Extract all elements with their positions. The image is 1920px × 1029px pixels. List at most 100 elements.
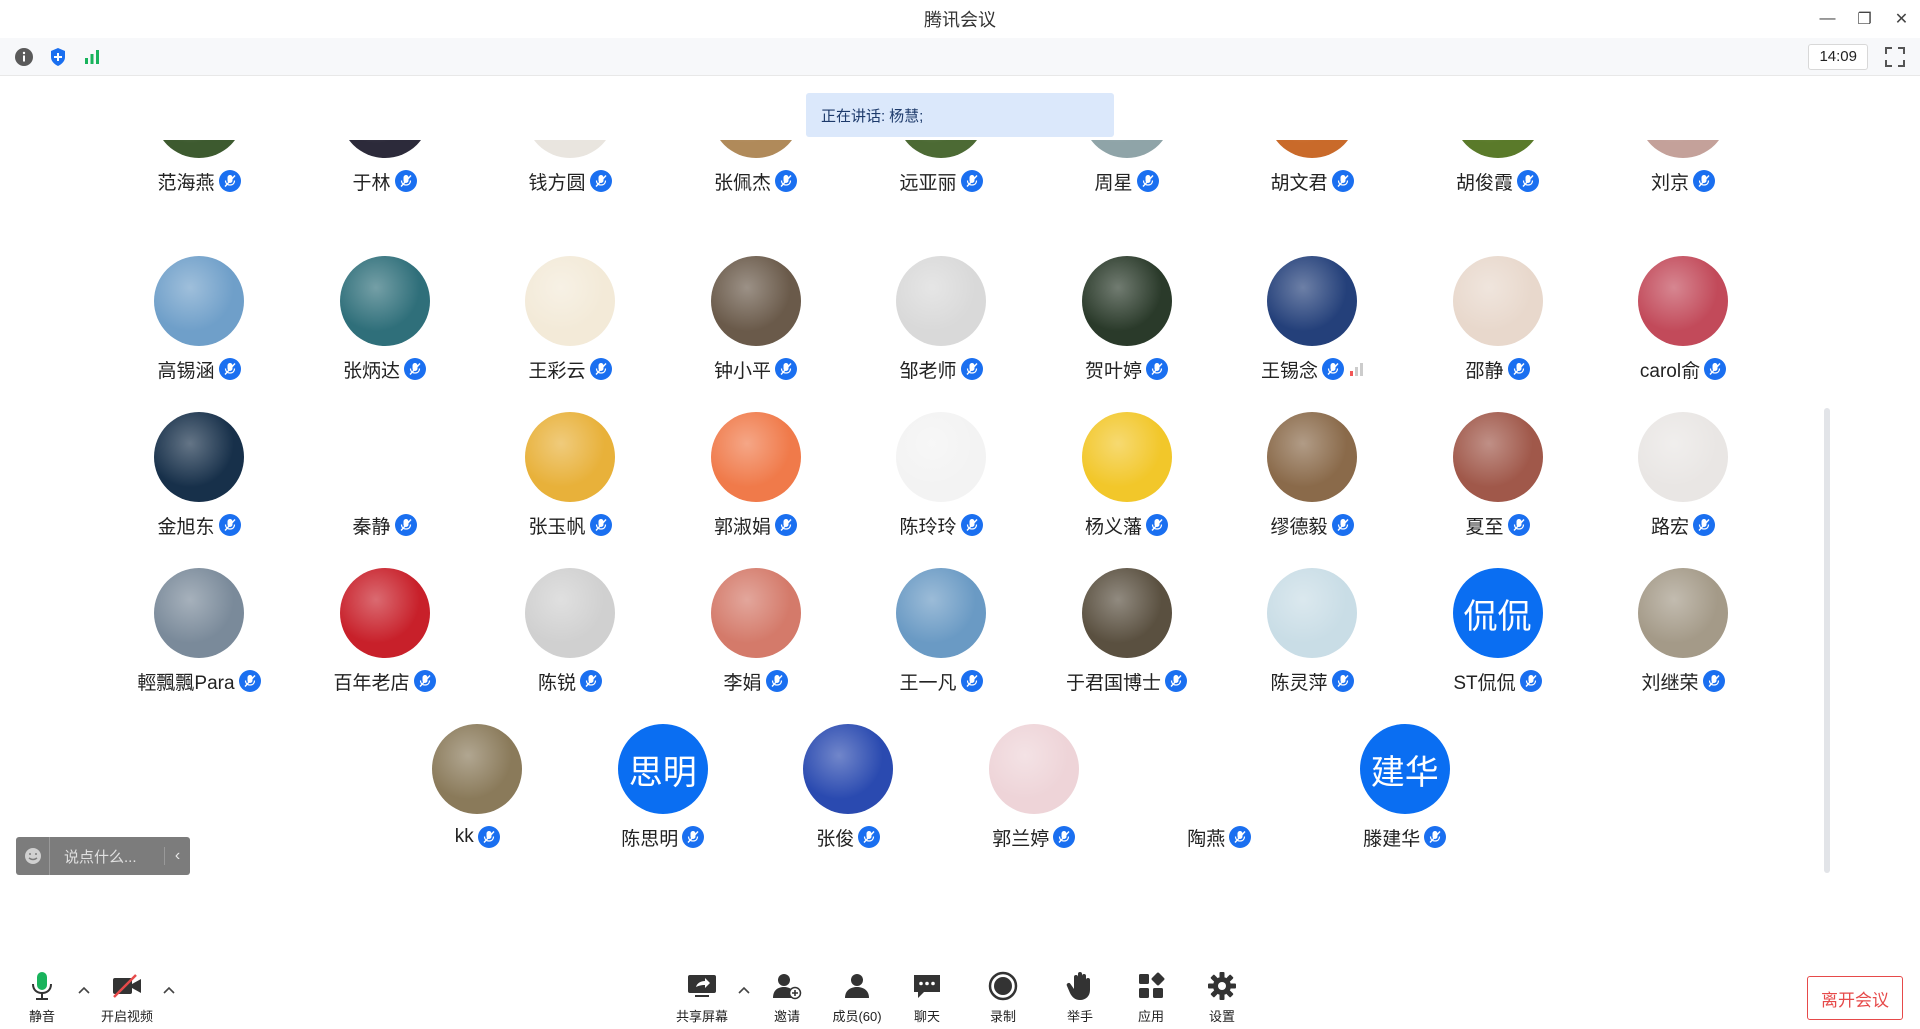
participant-name-row: 张佩杰 [661,168,851,194]
participant-name: 王彩云 [528,360,586,382]
participant-name-row: 百年老店 [290,668,480,694]
participant-tile[interactable]: 侃侃 ST侃侃 [1403,568,1593,718]
participant-name: 輕飄飄Para [137,672,235,694]
participant-tile[interactable]: 远亚丽 [846,140,1036,218]
restore-button[interactable]: ❐ [1846,0,1883,38]
chat-placeholder[interactable]: 说点什么... [50,846,164,867]
invite-button[interactable]: 邀请 [752,969,822,1027]
chat-quick-input[interactable]: 说点什么... ‹ [16,837,190,875]
participant-tile[interactable]: 秦静 [290,412,480,562]
settings-button[interactable]: 设置 [1187,969,1257,1027]
participant-tile[interactable]: 百年老店 [290,568,480,718]
participant-tile[interactable]: 輕飄飄Para [104,568,294,718]
minimize-button[interactable]: — [1809,0,1846,38]
share-screen-icon [685,969,719,1003]
participant-tile[interactable]: 缪德毅 [1217,412,1407,562]
participant-tile[interactable]: 周星 [1032,140,1222,218]
participant-tile[interactable]: 邹老师 [846,256,1036,406]
participant-tile[interactable]: 范海燕 [104,140,294,218]
members-button[interactable]: 成员(60) [822,969,892,1027]
members-label: 成员(60) [832,1009,882,1024]
security-shield-icon[interactable] [47,46,69,68]
grid-scrollbar[interactable] [1824,408,1830,873]
participant-tile[interactable]: 陈灵萍 [1217,568,1407,718]
participant-tile[interactable]: 张炳达 [290,256,480,406]
participant-name: 胡俊霞 [1455,172,1513,194]
participant-tile[interactable]: 陈玲玲 [846,412,1036,562]
participant-name: 钱方圆 [528,172,586,194]
network-signal-icon[interactable] [81,46,103,68]
mute-button[interactable]: 静音 [7,969,77,1027]
fullscreen-icon[interactable] [1884,46,1906,68]
info-icon[interactable] [13,46,35,68]
start-video-button[interactable]: 开启视频 [92,969,162,1027]
mic-status-icon [960,514,983,536]
participant-tile[interactable]: kk [382,724,572,874]
participant-tile[interactable]: 郭淑娟 [661,412,851,562]
participant-tile[interactable]: 建华 滕建华 [1310,724,1500,874]
leave-meeting-button[interactable]: 离开会议 [1807,976,1903,1020]
participant-tile[interactable]: 陈锐 [475,568,665,718]
participant-name: 于君国博士 [1065,672,1161,694]
record-button[interactable]: 录制 [968,969,1038,1027]
participant-tile[interactable]: 胡文君 [1217,140,1407,218]
raise-hand-button[interactable]: 举手 [1045,969,1115,1027]
participant-tile[interactable]: 钱方圆 [475,140,665,218]
participant-tile[interactable]: 刘继荣 [1588,568,1778,718]
participant-tile[interactable]: 于林 [290,140,480,218]
video-off-icon [110,969,144,1003]
apps-label: 应用 [1137,1009,1164,1024]
participant-avatar [154,140,244,158]
participant-tile[interactable]: 路宏 [1588,412,1778,562]
participant-tile[interactable]: 王一凡 [846,568,1036,718]
participant-name: 周星 [1094,172,1133,194]
hand-icon [1063,969,1097,1003]
participant-name: 邹老师 [899,360,957,382]
participant-name-row: 李娟 [661,668,851,694]
participant-tile[interactable]: 杨义藩 [1032,412,1222,562]
meeting-info-bar: 14:09 [0,38,1920,76]
participant-tile[interactable]: carol俞 [1588,256,1778,406]
participant-tile[interactable]: 于君国博士 [1032,568,1222,718]
share-options-chevron-icon[interactable] [737,983,751,997]
participant-name-row: 张炳达 [290,356,480,382]
participant-tile[interactable]: 金旭东 [104,412,294,562]
participant-name-row: 陈玲玲 [846,512,1036,538]
current-speaker-banner: 正在讲话: 杨慧; [806,93,1114,137]
participant-tile[interactable]: 夏至 [1403,412,1593,562]
participant-tile[interactable]: 钟小平 [661,256,851,406]
participant-tile[interactable]: 王锡念 [1217,256,1407,406]
video-options-chevron-icon[interactable] [162,983,176,997]
mic-status-icon [1693,514,1715,536]
share-screen-button[interactable]: 共享屏幕 [667,969,737,1027]
participant-name: 王一凡 [899,672,957,694]
participant-tile[interactable]: 李娟 [661,568,851,718]
participant-tile[interactable]: 张佩杰 [661,140,851,218]
mic-status-icon [589,358,612,380]
participant-name-row: 杨义藩 [1032,512,1222,538]
participant-tile[interactable]: 贺叶婷 [1032,256,1222,406]
participant-tile[interactable]: 刘京 [1588,140,1778,218]
apps-button[interactable]: 应用 [1116,969,1186,1027]
participant-tile[interactable]: 郭兰婷 [939,724,1129,874]
audio-options-chevron-icon[interactable] [77,983,91,997]
participant-tile[interactable]: 张俊 [753,724,943,874]
collapse-chevron-icon[interactable]: ‹ [164,847,190,865]
participant-tile[interactable]: 王彩云 [475,256,665,406]
mic-status-icon [1519,670,1542,692]
emoji-icon[interactable] [16,837,50,875]
apps-grid-icon [1134,969,1168,1003]
participant-tile[interactable]: 张玉帆 [475,412,665,562]
participant-name-row: 周星 [1032,168,1222,194]
participant-tile[interactable]: 陶燕 [1124,724,1314,874]
participant-tile[interactable]: 邵静 [1403,256,1593,406]
share-label: 共享屏幕 [675,1009,728,1024]
participant-tile[interactable]: 胡俊霞 [1403,140,1593,218]
participant-avatar [1452,256,1543,346]
participant-tile[interactable]: 思明 陈思明 [568,724,758,874]
participant-name: 张玉帆 [528,516,586,538]
chat-button[interactable]: 聊天 [892,969,962,1027]
close-button[interactable]: ✕ [1883,0,1920,38]
mic-status-icon [1146,514,1168,536]
participant-tile[interactable]: 高锡涵 [104,256,294,406]
